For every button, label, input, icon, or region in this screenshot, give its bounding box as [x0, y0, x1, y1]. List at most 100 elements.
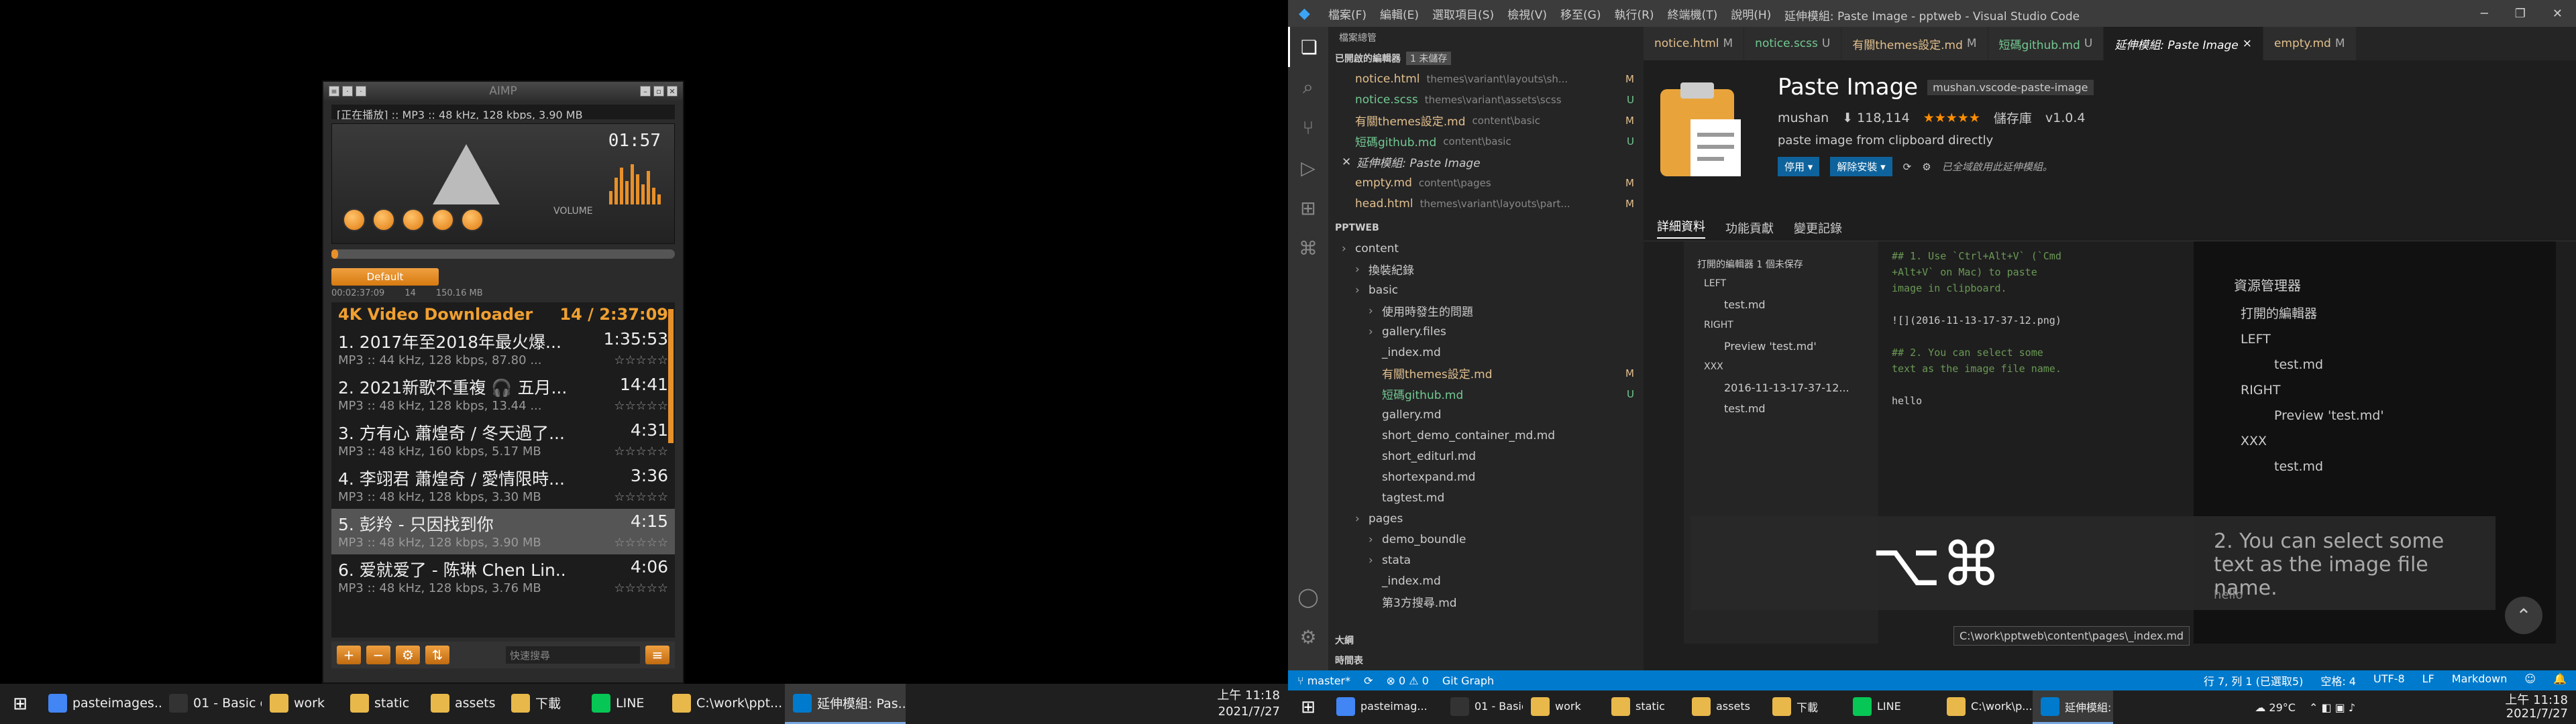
taskbar-item[interactable]: 延伸模組: P...	[2033, 690, 2113, 724]
taskbar-item[interactable]: C:\work\p...	[1939, 690, 2033, 724]
tree-item-folder[interactable]: › stata	[1328, 550, 1644, 570]
playlist-track[interactable]: 3. 方有心 蕭煌奇 / 冬天過了... 4:31 MP3 :: 48 kHz, 1…	[331, 418, 675, 463]
uninstall-button[interactable]: 解除安裝 ▾	[1830, 157, 1892, 176]
problems-indicator[interactable]: ⊗ 0 ⚠ 0	[1387, 674, 1429, 687]
open-editor-item[interactable]: ✕ 延伸模組: Paste Image	[1328, 152, 1644, 172]
open-editor-item[interactable]: notice.scss themes\variant\assets\scss U	[1328, 89, 1644, 110]
scroll-top-button[interactable]: ⌃	[2505, 597, 2542, 634]
aimp-tray-button[interactable]: ▫	[653, 86, 664, 97]
aimp-pin-icon[interactable]: ·	[342, 86, 353, 97]
rating-stars[interactable]: ★★★★★	[1923, 111, 1980, 125]
feedback-icon[interactable]: ☺	[2524, 672, 2536, 688]
taskbar-item[interactable]: work	[1523, 690, 1603, 724]
disable-button[interactable]: 停用 ▾	[1778, 157, 1820, 176]
taskbar-item[interactable]: 01 - Basic cli...	[161, 684, 262, 724]
tab-status[interactable]: M	[1967, 37, 1977, 50]
aimp-time[interactable]: 01:57	[608, 131, 661, 151]
playlist-track[interactable]: 5. 彭羚 - 只因找到你 4:15 MP3 :: 48 kHz, 128 kbps…	[331, 509, 675, 554]
notifications-icon[interactable]: 🔔	[2553, 672, 2567, 688]
tab-status[interactable]: M	[1723, 37, 1733, 50]
editor-tab[interactable]: notice.html M	[1644, 27, 1745, 60]
taskbar-item[interactable]: 延伸模組: Pas...	[785, 684, 906, 724]
tab-status[interactable]: ×	[2243, 37, 2252, 50]
play-button[interactable]	[372, 208, 395, 231]
tab-status[interactable]: M	[2335, 37, 2345, 50]
menu-item[interactable]: 選取項目(S)	[1432, 5, 1494, 22]
editor-tab[interactable]: 短碼github.md U	[1988, 27, 2104, 60]
sync-status-icon[interactable]: ⟳	[1364, 674, 1373, 687]
outline-section[interactable]: 大綱	[1328, 630, 1644, 650]
add-icon[interactable]: +	[337, 646, 361, 664]
git-graph-button[interactable]: Git Graph	[1442, 674, 1494, 687]
encoding[interactable]: UTF-8	[2373, 672, 2405, 688]
run-debug-icon[interactable]: ▷	[1288, 147, 1328, 188]
taskbar-item[interactable]: 下載	[1764, 690, 1845, 724]
menu-item[interactable]: 執行(R)	[1614, 5, 1654, 22]
tab-status[interactable]: U	[2084, 37, 2092, 50]
playlist-scrollbar[interactable]	[668, 309, 674, 443]
open-editor-item[interactable]: 有關themes設定.md content\basic M	[1328, 110, 1644, 131]
menu-item[interactable]: 說明(H)	[1731, 5, 1771, 22]
taskbar-item[interactable]: work	[262, 684, 342, 724]
search-icon[interactable]: ⌕	[1288, 67, 1328, 107]
branch-indicator[interactable]: ⑂ master*	[1297, 674, 1350, 687]
remove-icon[interactable]: −	[366, 646, 390, 664]
editor-tab[interactable]: empty.md M	[2263, 27, 2357, 60]
manage-gear-icon[interactable]: ⚙	[1288, 617, 1328, 657]
seek-bar[interactable]	[331, 249, 675, 259]
editor-tab[interactable]: notice.scss U	[1744, 27, 1842, 60]
repository-link[interactable]: 儲存庫	[1994, 109, 2032, 127]
menu-item[interactable]: 檔案(F)	[1328, 5, 1366, 22]
taskbar-item[interactable]: LINE	[1845, 690, 1939, 724]
tools-icon[interactable]: ⚙	[396, 646, 420, 664]
tray-icons[interactable]: ⌃ ◧ ▣ ♪	[2302, 701, 2362, 714]
tree-item-file[interactable]: shortexpand.md	[1328, 467, 1644, 487]
close-editor-icon[interactable]: ✕	[1342, 156, 1351, 169]
sync-icon[interactable]: ⟳	[1903, 161, 1912, 173]
tab-contributions[interactable]: 功能貢獻	[1725, 219, 1774, 237]
settings-gear-icon[interactable]: ⚙	[1922, 161, 1931, 173]
tab-status[interactable]: U	[1822, 37, 1830, 50]
indentation[interactable]: 空格: 4	[2320, 672, 2356, 688]
tree-item-file[interactable]: short_editurl.md	[1328, 446, 1644, 467]
remote-icon[interactable]: ⌘	[1288, 228, 1328, 268]
taskbar-clock[interactable]: 上午 11:18 2021/7/27	[1209, 688, 1288, 720]
line-ending[interactable]: LF	[2422, 672, 2434, 688]
playlist-track[interactable]: 2. 2021新歌不重複 🎧 五月... 14:41 MP3 :: 48 kHz, …	[331, 372, 675, 418]
tree-item-folder[interactable]: › basic	[1328, 280, 1644, 300]
taskbar-clock-right[interactable]: 上午 11:18 2021/7/27	[2497, 694, 2576, 721]
open-editors-section[interactable]: 已開啟的編輯器 1 未儲存	[1328, 48, 1644, 68]
playlist-track[interactable]: 6. 爱就爱了 - 陈琳 Chen Lin... 4:06 MP3 :: 48 kH…	[331, 554, 675, 600]
menu-item[interactable]: 移至(G)	[1560, 5, 1601, 22]
project-section[interactable]: PPTWEB	[1328, 218, 1644, 238]
taskbar-item[interactable]: LINE	[584, 684, 664, 724]
aimp-close-button[interactable]: ✕	[667, 86, 678, 97]
timeline-section[interactable]: 時間表	[1328, 650, 1644, 670]
tree-item-file[interactable]: 短碼github.md U	[1328, 383, 1644, 404]
playlist-track[interactable]: 1. 2017年至2018年最火爆... 1:35:53 MP3 :: 44 kHz…	[331, 326, 675, 372]
source-control-icon[interactable]: ⑂	[1288, 107, 1328, 147]
taskbar-item[interactable]: pasteimag...	[1328, 690, 1442, 724]
tree-item-folder[interactable]: › 使用時發生的問題	[1328, 300, 1644, 321]
extension-author[interactable]: mushan	[1778, 111, 1829, 125]
track-rating[interactable]: ☆☆☆☆☆	[614, 399, 668, 413]
tree-item-file[interactable]: short_demo_container_md.md	[1328, 425, 1644, 446]
aimp-menu-icon[interactable]: ≡	[329, 86, 339, 97]
taskbar-item[interactable]: pasteimages...	[40, 684, 161, 724]
language-mode[interactable]: Markdown	[2452, 672, 2508, 688]
tree-item-folder[interactable]: › content	[1328, 238, 1644, 259]
playlist-group-header[interactable]: 4K Video Downloader 14 / 2:37:09	[331, 302, 675, 326]
tree-item-file[interactable]: gallery.md	[1328, 404, 1644, 425]
editor-tab[interactable]: 延伸模組: Paste Image ×	[2104, 27, 2263, 60]
aimp-titlebar[interactable]: ≡ · · AIMP – ▫ ✕	[323, 82, 683, 101]
tree-item-folder[interactable]: › 換裝紀錄	[1328, 259, 1644, 280]
taskbar-item[interactable]: assets	[1684, 690, 1764, 724]
extensions-icon[interactable]: ⊞	[1288, 188, 1328, 228]
stop-button[interactable]	[431, 208, 454, 231]
track-rating[interactable]: ☆☆☆☆☆	[614, 536, 668, 550]
account-icon[interactable]: ◯	[1288, 577, 1328, 617]
taskbar-item[interactable]: assets	[423, 684, 503, 724]
pause-button[interactable]	[402, 208, 425, 231]
menu-item[interactable]: 檢視(V)	[1507, 5, 1547, 22]
track-rating[interactable]: ☆☆☆☆☆	[614, 490, 668, 504]
